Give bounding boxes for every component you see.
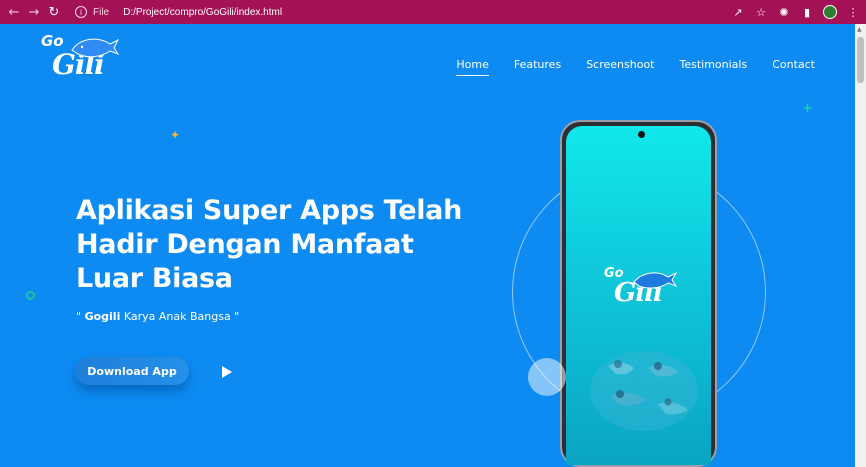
nav-features[interactable]: Features: [514, 58, 561, 76]
download-app-button[interactable]: Download App: [75, 357, 189, 385]
decorative-bubble: [528, 358, 566, 396]
url-text[interactable]: D:/Project/compro/GoGili/index.html: [123, 7, 282, 18]
reload-icon[interactable]: ↻: [44, 2, 64, 22]
page-scrollbar[interactable]: ▲: [855, 24, 866, 467]
browser-toolbar: ← → ↻ i File D:/Project/compro/GoGili/in…: [0, 0, 866, 24]
nav-home[interactable]: Home: [456, 58, 489, 76]
camera-icon: [638, 131, 645, 138]
gogili-logo[interactable]: Go Gili: [40, 32, 120, 87]
hero-tagline: " Gogili Karya Anak Bangsa ": [76, 310, 239, 323]
hero-title-line3: Luar Biasa: [76, 263, 233, 294]
nav-screenshoot[interactable]: Screenshoot: [586, 58, 654, 76]
dolphin-icon: [71, 38, 120, 58]
ring-decoration: [26, 291, 35, 300]
file-label: File: [93, 6, 110, 18]
hero-title: Aplikasi Super Apps Telah Hadir Dengan M…: [76, 194, 476, 296]
phone-dolphin-icon: [633, 271, 678, 289]
tagline-rest: Karya Anak Bangsa ": [120, 310, 240, 323]
nav-contact[interactable]: Contact: [772, 58, 815, 76]
scroll-up-icon[interactable]: ▲: [857, 26, 862, 33]
main-nav: Home Features Screenshoot Testimonials C…: [456, 58, 815, 76]
hero-title-line1: Aplikasi Super Apps Telah: [76, 195, 463, 226]
scroll-thumb[interactable]: [857, 37, 864, 83]
star-icon[interactable]: ☆: [754, 5, 768, 19]
hero-title-line2: Hadir Dengan Manfaat: [76, 229, 414, 260]
address-bar[interactable]: i File D:/Project/compro/GoGili/index.ht…: [72, 3, 757, 21]
extensions-icon[interactable]: ✺: [777, 5, 791, 19]
landing-page: Go Gili Home Features Screenshoot Testim…: [0, 24, 855, 467]
profile-avatar[interactable]: [823, 5, 837, 19]
nav-testimonials[interactable]: Testimonials: [679, 58, 747, 76]
phone-mockup: Go Gili: [560, 120, 717, 467]
tagline-brand: Gogili: [84, 310, 121, 323]
sparkle-icon: ✦: [170, 128, 181, 142]
tagline-quote: ": [76, 310, 85, 323]
phone-screen: Go Gili: [566, 126, 711, 465]
sidebar-icon[interactable]: ▮: [800, 5, 814, 19]
divers-illustration: [590, 351, 698, 431]
share-icon[interactable]: ↗: [731, 5, 745, 19]
menu-dots-icon[interactable]: ⋮: [846, 5, 860, 19]
plus-icon: +: [802, 101, 813, 116]
forward-arrow-icon[interactable]: →: [24, 2, 44, 22]
info-icon[interactable]: i: [75, 6, 87, 18]
back-arrow-icon[interactable]: ←: [4, 2, 24, 22]
play-icon[interactable]: [221, 365, 233, 379]
phone-gogili-logo: Go Gili: [604, 266, 684, 321]
